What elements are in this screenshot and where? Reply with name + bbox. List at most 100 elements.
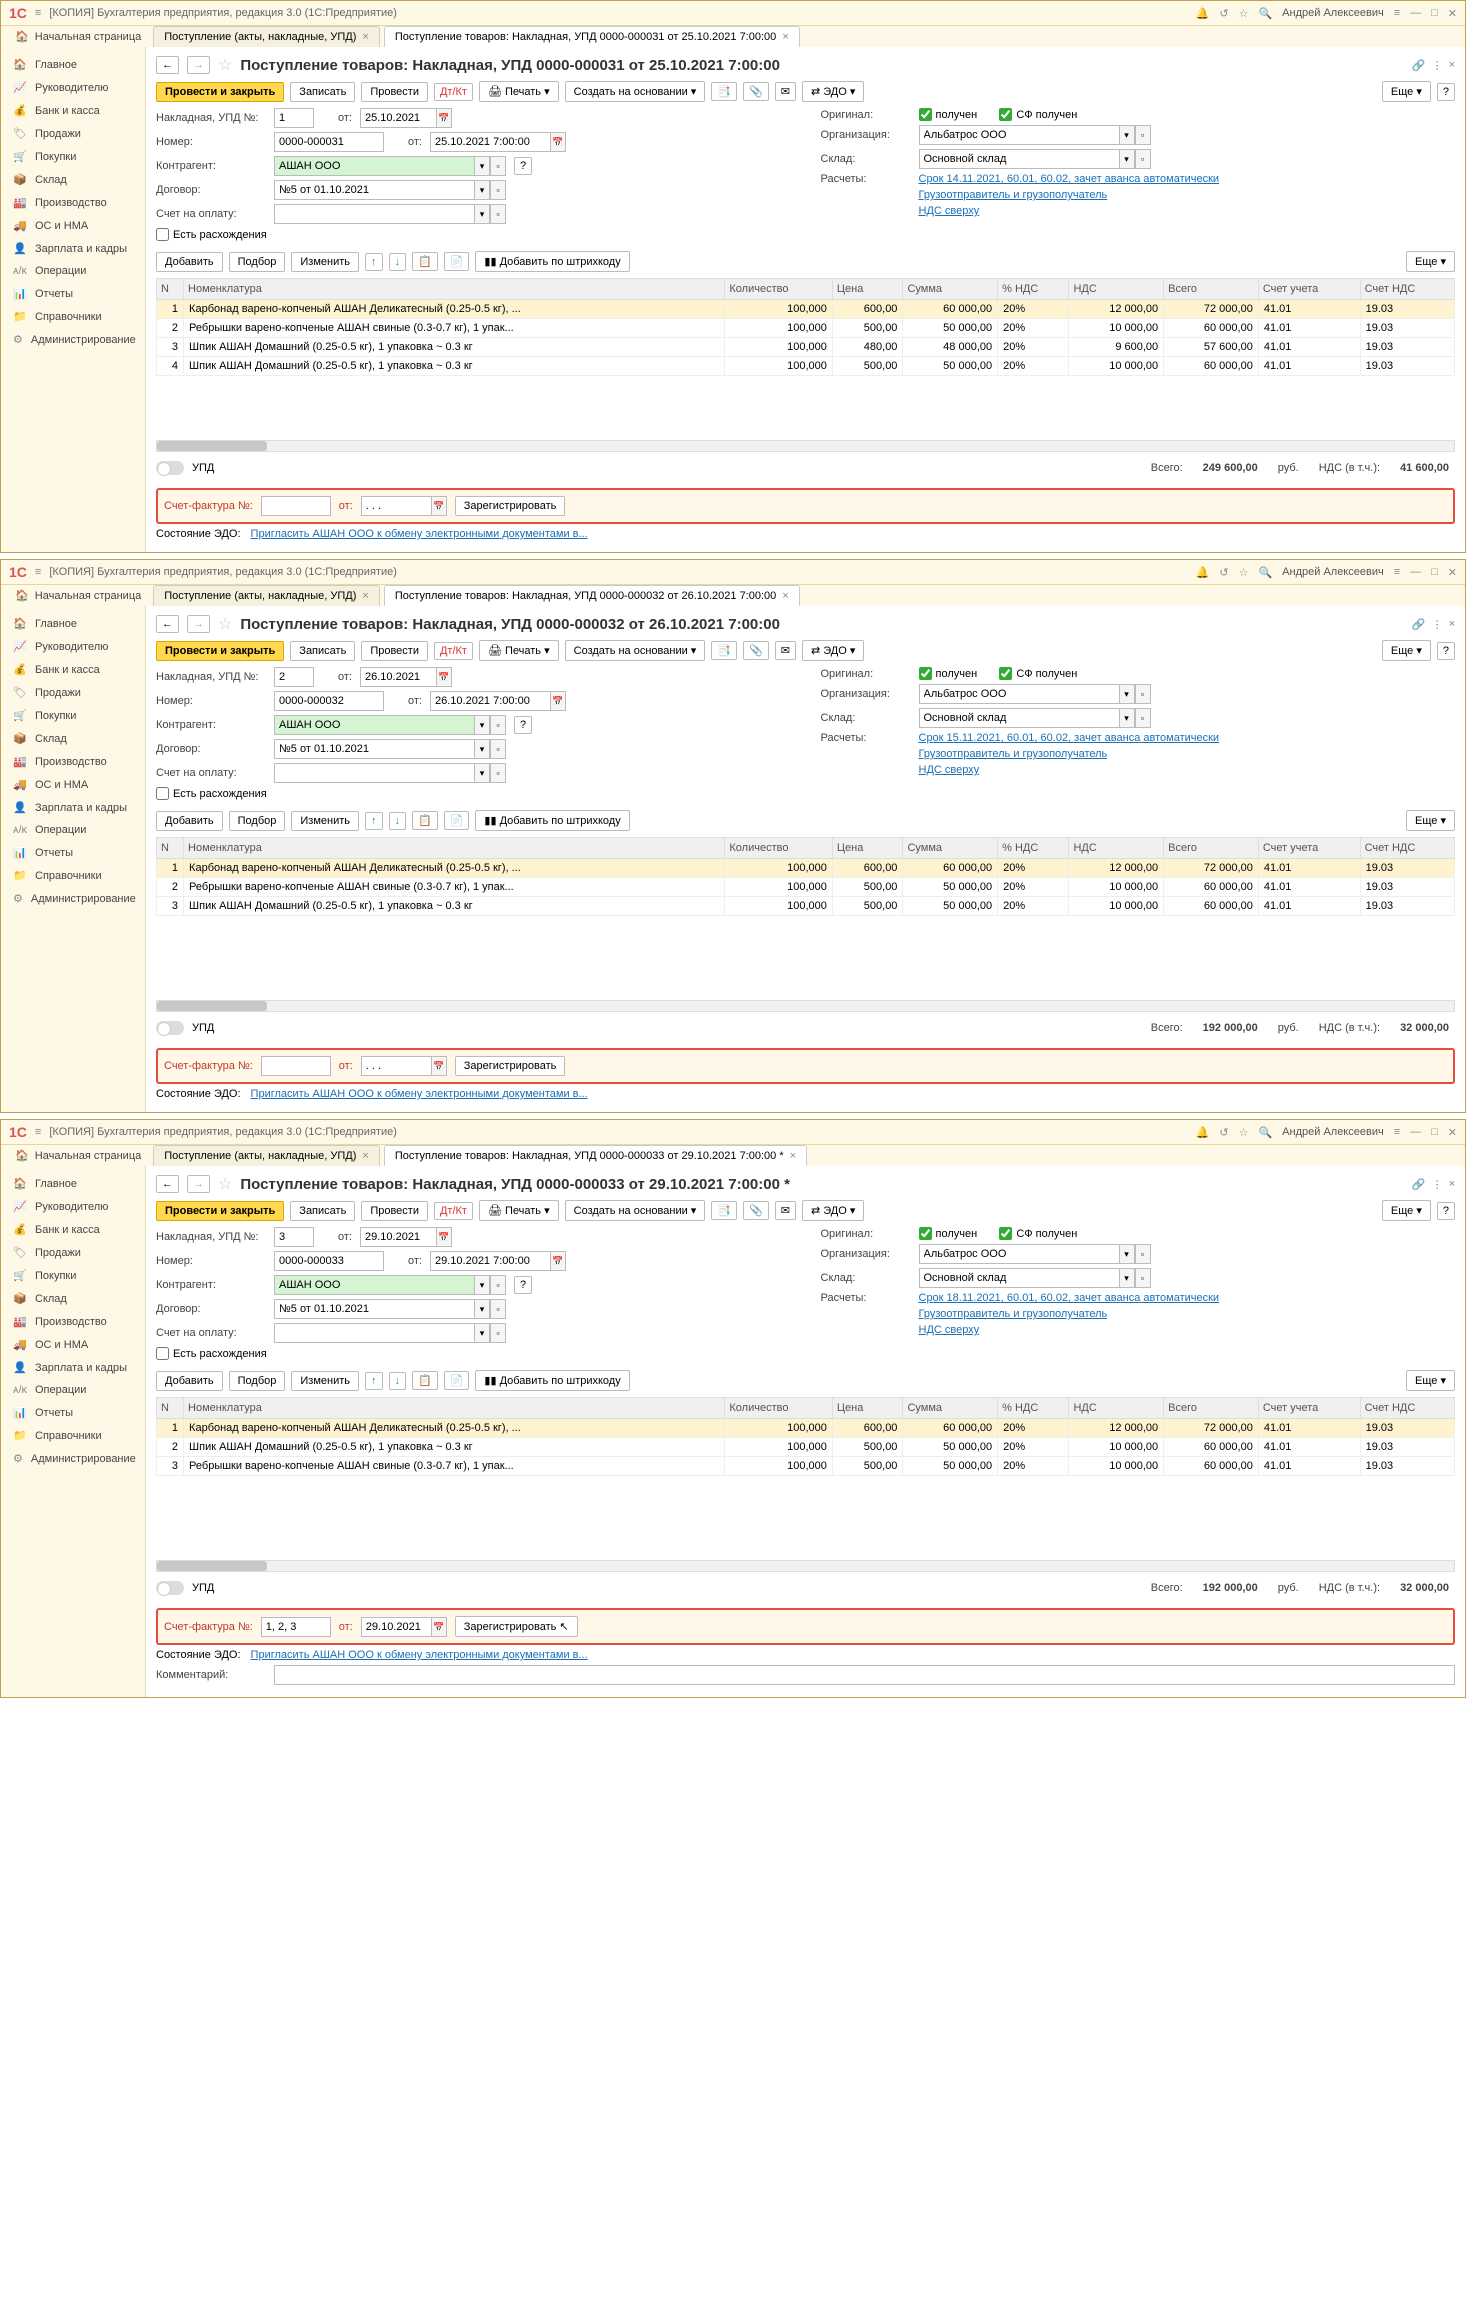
contract-input[interactable]	[274, 180, 474, 200]
nds-link[interactable]: НДС сверху	[919, 205, 980, 217]
column-header[interactable]: Цена	[832, 279, 903, 300]
create-based-button[interactable]: Создать на основании ▾	[565, 640, 706, 661]
shipper-link[interactable]: Грузоотправитель и грузополучатель	[919, 748, 1108, 760]
maximize-icon[interactable]: □	[1431, 1126, 1438, 1138]
link-icon[interactable]: 🔗	[1412, 618, 1426, 631]
table-row[interactable]: 4Шпик АШАН Домашний (0.25-0.5 кг), 1 упа…	[157, 357, 1455, 376]
invoice-date-input[interactable]	[361, 1056, 431, 1076]
table-row[interactable]: 2Ребрышки варено-копченые АШАН свиные (0…	[157, 878, 1455, 897]
column-header[interactable]: Номенклатура	[184, 1398, 725, 1419]
print-button[interactable]: 🖨 Печать ▾	[479, 640, 559, 661]
comment-input[interactable]	[274, 1665, 1455, 1685]
attach-button[interactable]: 📎	[743, 1201, 769, 1220]
shipper-link[interactable]: Грузоотправитель и грузополучатель	[919, 189, 1108, 201]
star-icon[interactable]: ☆	[1239, 566, 1249, 579]
back-button[interactable]: ←	[156, 56, 179, 74]
calendar-icon[interactable]: 📅	[550, 691, 566, 711]
upd-toggle[interactable]	[156, 1581, 184, 1595]
mail-button[interactable]: ✉	[775, 82, 796, 101]
pick-button[interactable]: Подбор	[229, 811, 286, 831]
scrollbar[interactable]	[156, 1560, 1455, 1572]
table-more-button[interactable]: Еще ▾	[1406, 1370, 1455, 1391]
sidebar-item[interactable]: 💰Банк и касса	[1, 658, 145, 681]
favorite-icon[interactable]: ☆	[218, 1174, 232, 1194]
number-input[interactable]	[274, 1251, 384, 1271]
store-input[interactable]	[919, 149, 1119, 169]
column-header[interactable]: % НДС	[998, 838, 1069, 859]
more-icon[interactable]: ⋮	[1432, 1178, 1443, 1191]
sidebar-item[interactable]: 🏠Главное	[1, 53, 145, 76]
tab-list[interactable]: Поступление (акты, накладные, УПД) ×	[153, 1145, 380, 1166]
dtdk-button[interactable]: Дт/Кт	[434, 83, 473, 101]
sidebar-item[interactable]: 🚚ОС и НМА	[1, 1333, 145, 1356]
close-doc-icon[interactable]: ×	[1449, 59, 1455, 72]
invoice-date-input[interactable]	[361, 496, 431, 516]
paste-button[interactable]: 📄	[444, 252, 470, 271]
edit-row-button[interactable]: Изменить	[291, 252, 359, 272]
table-row[interactable]: 2Ребрышки варено-копченые АШАН свиные (0…	[157, 319, 1455, 338]
sidebar-item[interactable]: 👤Зарплата и кадры	[1, 237, 145, 260]
search-icon[interactable]: 🔍	[1258, 566, 1272, 579]
upd-date-input[interactable]	[360, 667, 436, 687]
more-button[interactable]: Еще ▾	[1382, 81, 1431, 102]
copy-button[interactable]: 📋	[412, 811, 438, 830]
post-button[interactable]: Провести	[361, 1201, 428, 1221]
edo-link[interactable]: Пригласить АШАН ООО к обмену электронным…	[251, 528, 588, 540]
create-based-button[interactable]: Создать на основании ▾	[565, 81, 706, 102]
minimize-icon[interactable]: —	[1410, 7, 1421, 19]
invoice-number-input[interactable]	[261, 1056, 331, 1076]
tab-list[interactable]: Поступление (акты, накладные, УПД) ×	[153, 585, 380, 606]
sf-received-checkbox[interactable]: СФ получен	[999, 667, 1077, 680]
calendar-icon[interactable]: 📅	[550, 1251, 566, 1271]
docs-button[interactable]: 📑	[711, 1201, 737, 1220]
search-icon[interactable]: 🔍	[1258, 1126, 1272, 1139]
close-doc-icon[interactable]: ×	[1449, 1178, 1455, 1191]
sidebar-item[interactable]: ⚙Администрирование	[1, 328, 145, 351]
calendar-icon[interactable]: 📅	[436, 1227, 452, 1247]
contractor-input[interactable]	[274, 715, 474, 735]
sidebar-item[interactable]: 🛒Покупки	[1, 145, 145, 168]
post-close-button[interactable]: Провести и закрыть	[156, 82, 284, 102]
bill-input[interactable]	[274, 763, 474, 783]
sidebar-item[interactable]: 📈Руководителю	[1, 1195, 145, 1218]
post-close-button[interactable]: Провести и закрыть	[156, 1201, 284, 1221]
pick-button[interactable]: Подбор	[229, 1371, 286, 1391]
tab-document[interactable]: Поступление товаров: Накладная, УПД 0000…	[384, 1145, 807, 1166]
nds-link[interactable]: НДС сверху	[919, 764, 980, 776]
scrollbar[interactable]	[156, 440, 1455, 452]
table-row[interactable]: 1Карбонад варено-копченый АШАН Деликатес…	[157, 1419, 1455, 1438]
maximize-icon[interactable]: □	[1431, 566, 1438, 578]
upd-toggle[interactable]	[156, 461, 184, 475]
bill-input[interactable]	[274, 1323, 474, 1343]
user-name[interactable]: Андрей Алексеевич	[1282, 566, 1384, 578]
column-header[interactable]: N	[157, 1398, 184, 1419]
bill-input[interactable]	[274, 204, 474, 224]
sidebar-item[interactable]: 👤Зарплата и кадры	[1, 1356, 145, 1379]
column-header[interactable]: Счет учета	[1258, 838, 1360, 859]
column-header[interactable]: Количество	[725, 279, 833, 300]
column-header[interactable]: Счет НДС	[1360, 838, 1454, 859]
sidebar-item[interactable]: 📁Справочники	[1, 305, 145, 328]
table-more-button[interactable]: Еще ▾	[1406, 251, 1455, 272]
post-button[interactable]: Провести	[361, 82, 428, 102]
column-header[interactable]: НДС	[1069, 838, 1164, 859]
sidebar-item[interactable]: ⚙Администрирование	[1, 1447, 145, 1470]
edo-link[interactable]: Пригласить АШАН ООО к обмену электронным…	[251, 1649, 588, 1661]
sidebar-item[interactable]: 🏷Продажи	[1, 122, 145, 145]
sidebar-item[interactable]: 🏠Главное	[1, 1172, 145, 1195]
column-header[interactable]: Сумма	[903, 838, 998, 859]
attach-button[interactable]: 📎	[743, 641, 769, 660]
column-header[interactable]: Сумма	[903, 279, 998, 300]
upd-date-input[interactable]	[360, 108, 436, 128]
attach-button[interactable]: 📎	[743, 82, 769, 101]
edit-row-button[interactable]: Изменить	[291, 1371, 359, 1391]
upd-no-input[interactable]	[274, 1227, 314, 1247]
forward-button[interactable]: →	[187, 56, 210, 74]
minimize-icon[interactable]: —	[1410, 1126, 1421, 1138]
received-checkbox[interactable]: получен	[919, 1227, 978, 1240]
print-button[interactable]: 🖨 Печать ▾	[479, 1200, 559, 1221]
sidebar-item[interactable]: 🏠Главное	[1, 612, 145, 635]
bell-icon[interactable]: 🔔	[1196, 566, 1210, 579]
move-up-button[interactable]: ↑	[365, 253, 383, 271]
column-header[interactable]: % НДС	[998, 1398, 1069, 1419]
